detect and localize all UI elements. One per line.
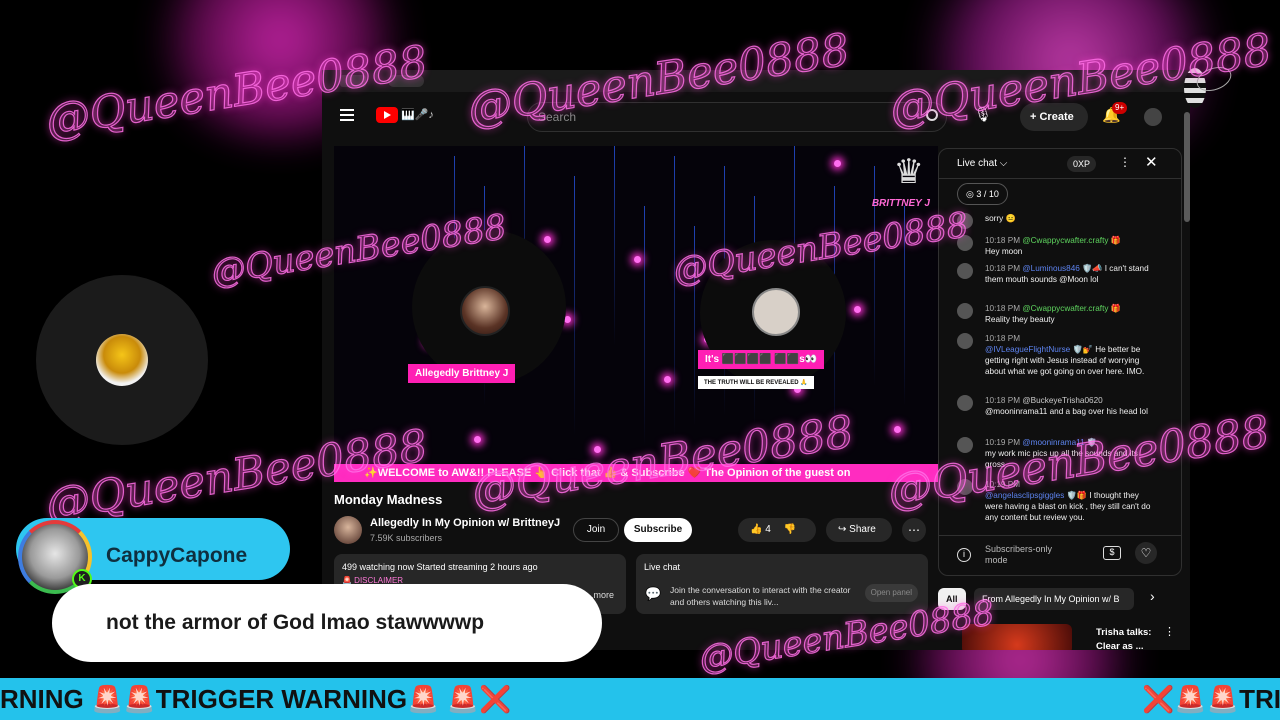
chat-user[interactable]: @BuckeyeTrisha0620 bbox=[1022, 396, 1102, 405]
chat-time: 10:18 PM bbox=[985, 236, 1021, 245]
ticker-text: RNING 🚨🚨TRIGGER WARNING🚨 🚨❌ bbox=[0, 684, 512, 714]
chip-from-channel[interactable]: From Allegedly In My Opinion w/ B bbox=[974, 588, 1134, 610]
chat-message: sorry 😐 bbox=[957, 213, 1153, 229]
chat-message: 10:18 PM @Cwappycwafter.crafty 🎁 Reality … bbox=[957, 303, 1153, 325]
chat-message: 10:18 PM @BuckeyeTrisha0620 @mooninrama11… bbox=[957, 395, 1153, 417]
logo-decorations: 🎹🎤♪ bbox=[401, 109, 434, 121]
chat-text: sorry 😐 bbox=[985, 214, 1016, 223]
channel-name[interactable]: Allegedly In My Opinion w/ BrittneyJ bbox=[370, 517, 560, 529]
chat-avatar bbox=[957, 437, 973, 453]
xp-badge[interactable]: 0XP bbox=[1067, 156, 1097, 172]
chat-text: @mooninrama11 and a bag over his head lo… bbox=[985, 407, 1148, 416]
chat-panel-prompt: Live chat 💬 Join the conversation to int… bbox=[636, 554, 928, 614]
chat-time: 10:18 PM bbox=[985, 304, 1021, 313]
description-stats: 499 watching now Started streaming 2 hou… bbox=[342, 562, 538, 572]
chat-message: 10:18 PM @IVLeagueFlightNurse 🛡️💅 He bett… bbox=[957, 333, 1153, 377]
guest-avatar bbox=[752, 288, 800, 336]
chat-user[interactable]: @Cwappycwafter.crafty 🎁 bbox=[1022, 304, 1121, 313]
chat-user[interactable]: @Luminous846 🛡️📣 bbox=[1022, 264, 1102, 273]
commenter-name: CappyCapone bbox=[106, 544, 248, 567]
chat-avatar bbox=[957, 303, 973, 319]
live-chat-panel: Live chat ⌵ 0XP ⋮ ✕ ◎ 3 / 10 sorry 😐 10:… bbox=[938, 148, 1182, 576]
info-icon[interactable]: i bbox=[957, 548, 971, 562]
chat-icon: 💬 bbox=[645, 586, 662, 601]
chat-avatar bbox=[957, 263, 973, 279]
youtube-window: 🎹🎤♪ Search 🎙 + Create 🔔 9+ Allegedly Bri… bbox=[322, 70, 1190, 650]
subscriber-count: 7.59K subscribers bbox=[370, 533, 443, 543]
bottom-ticker: RNING 🚨🚨TRIGGER WARNING🚨 🚨❌ ❌🚨🚨TRI bbox=[0, 678, 1280, 720]
brand-mark: BRITTNEY J bbox=[871, 198, 930, 209]
bee-avatar bbox=[96, 334, 148, 386]
video-title: Monday Madness bbox=[334, 492, 443, 507]
poll-count: 3 / 10 bbox=[976, 189, 999, 199]
chat-time: 10:18 PM bbox=[985, 264, 1021, 273]
chat-avatar bbox=[957, 333, 973, 349]
chat-text: Reality they beauty bbox=[985, 315, 1055, 324]
subscribe-button[interactable]: Subscribe bbox=[624, 518, 692, 542]
chat-message: 10:18 PM @Luminous846 🛡️📣 I can't stand … bbox=[957, 263, 1153, 285]
channel-avatar[interactable] bbox=[334, 516, 362, 544]
ticker-text: ❌🚨🚨TRI bbox=[1142, 684, 1280, 714]
chat-user[interactable]: @IVLeagueFlightNurse 🛡️💅 bbox=[985, 345, 1093, 354]
more-vert-icon[interactable]: ⋮ bbox=[1119, 155, 1131, 169]
chat-time: 10:18 PM bbox=[985, 396, 1021, 405]
guest-name-tag: It's ⬛⬛⬛⬛ ⬛⬛s👀 bbox=[698, 350, 825, 369]
chat-message: 10:18 PM @Cwappycwafter.crafty 🎁 Hey moon bbox=[957, 235, 1153, 257]
truth-banner: THE TRUTH WILL BE REVEALED 🙏 bbox=[698, 376, 814, 389]
chat-avatar bbox=[957, 395, 973, 411]
share-button[interactable]: ↪ Share bbox=[826, 518, 892, 542]
close-icon[interactable]: ✕ bbox=[1145, 153, 1158, 171]
heart-icon[interactable]: ♡ bbox=[1135, 542, 1157, 564]
chevron-right-icon[interactable]: › bbox=[1150, 588, 1155, 604]
live-chat-footer: i Subscribers-only mode $ ♡ bbox=[939, 535, 1181, 575]
chat-user[interactable]: @Cwappycwafter.crafty 🎁 bbox=[1022, 236, 1121, 245]
share-label: Share bbox=[849, 524, 876, 535]
more-vert-icon[interactable]: ⋮ bbox=[1164, 625, 1175, 638]
host-avatar bbox=[460, 286, 510, 336]
comment-text: not the armor of God lmao stawwwwp bbox=[52, 584, 602, 662]
create-label: Create bbox=[1039, 111, 1074, 123]
live-chat-header: Live chat ⌵ 0XP ⋮ ✕ bbox=[939, 149, 1181, 179]
chat-time: 10:18 PM bbox=[985, 334, 1021, 343]
subscribers-only-notice: Subscribers-only mode bbox=[985, 544, 1053, 565]
avatar[interactable] bbox=[1144, 108, 1162, 126]
thumbs-up-icon: 👍 bbox=[750, 524, 763, 535]
like-count: 4 bbox=[765, 524, 771, 535]
menu-icon[interactable] bbox=[340, 109, 354, 121]
chat-panel-text: Join the conversation to interact with t… bbox=[670, 585, 851, 607]
chat-panel-title: Live chat bbox=[644, 562, 681, 572]
super-chat-icon[interactable]: $ bbox=[1103, 546, 1121, 560]
scrollbar[interactable] bbox=[1184, 112, 1190, 222]
youtube-logo[interactable] bbox=[376, 107, 398, 123]
thumbs-down-icon[interactable]: 👎 bbox=[784, 524, 796, 535]
poll-counter[interactable]: ◎ 3 / 10 bbox=[957, 183, 1008, 205]
open-panel-button[interactable]: Open panel bbox=[864, 584, 918, 602]
like-button[interactable]: 👍 4 👎 bbox=[738, 518, 816, 542]
more-options-button[interactable]: ⋯ bbox=[902, 518, 926, 542]
share-icon: ↪ bbox=[838, 524, 847, 535]
chat-text: Hey moon bbox=[985, 247, 1023, 256]
join-button[interactable]: Join bbox=[573, 518, 619, 542]
host-name-tag: Allegedly Brittney J bbox=[408, 364, 516, 383]
crown-icon: ♛ bbox=[893, 153, 924, 191]
live-chat-title[interactable]: Live chat ⌵ bbox=[957, 158, 1007, 169]
notification-badge: 9+ bbox=[1112, 102, 1128, 114]
